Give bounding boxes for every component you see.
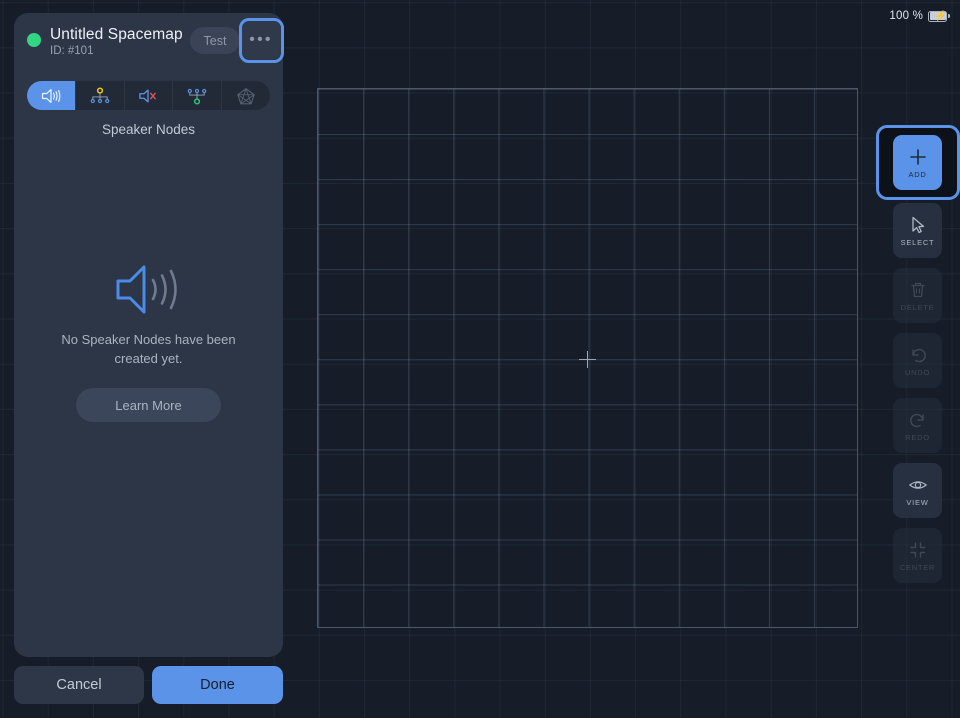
tool-view[interactable]: VIEW xyxy=(893,463,942,518)
battery-charging-icon: ⚡ xyxy=(928,10,950,22)
page-title: Untitled Spacemap xyxy=(50,26,183,43)
tool-delete-label: DELETE xyxy=(900,302,935,312)
node-tree-up-icon xyxy=(90,86,110,103)
empty-state-message: No Speaker Nodes have been created yet. xyxy=(61,332,236,366)
tool-center-label: CENTER xyxy=(899,562,936,572)
segment-speaker-nodes[interactable] xyxy=(27,81,76,110)
redo-arrow-icon xyxy=(909,413,924,427)
cancel-button[interactable]: Cancel xyxy=(14,666,144,704)
pentagon-mesh-icon xyxy=(237,87,255,104)
battery-percent-label: 100 % xyxy=(889,10,923,22)
tool-center: CENTER xyxy=(893,528,942,583)
tool-redo: REDO xyxy=(893,398,942,453)
online-status-dot xyxy=(27,33,41,47)
tool-redo-label: REDO xyxy=(905,432,930,442)
spacemap-id-label: ID: #101 xyxy=(50,45,94,57)
tool-undo-label: UNDO xyxy=(904,367,931,377)
cursor-arrow-icon xyxy=(911,216,924,233)
segment-target-nodes[interactable] xyxy=(173,81,223,110)
status-bar: 100 % ⚡ xyxy=(889,10,950,22)
tool-add[interactable]: ADD xyxy=(893,135,942,190)
done-button[interactable]: Done xyxy=(152,666,283,704)
segment-polygon-nodes[interactable] xyxy=(222,81,270,110)
learn-more-button[interactable]: Learn More xyxy=(76,388,221,422)
segment-selected-label: Speaker Nodes xyxy=(101,122,196,137)
tool-undo: UNDO xyxy=(893,333,942,388)
node-type-segmented-control[interactable] xyxy=(27,81,270,110)
tool-select[interactable]: SELECT xyxy=(893,203,942,258)
node-tree-down-icon xyxy=(187,88,207,105)
segment-source-nodes[interactable] xyxy=(76,81,125,110)
trash-icon xyxy=(911,282,924,297)
plus-icon xyxy=(909,148,926,165)
tool-add-label: ADD xyxy=(908,169,927,179)
tool-select-label: SELECT xyxy=(900,237,935,247)
tool-delete: DELETE xyxy=(893,268,942,323)
more-options-button[interactable]: ••• xyxy=(242,21,280,59)
eye-icon xyxy=(908,480,927,489)
speaker-wave-large-icon xyxy=(116,265,177,314)
origin-crosshair xyxy=(579,351,596,368)
undo-arrow-icon xyxy=(911,348,926,362)
app-root: 100 % ⚡ Untitled Spacemap ID: #101 Test … xyxy=(0,0,960,718)
speaker-wave-icon xyxy=(41,88,61,103)
tool-view-label: VIEW xyxy=(906,497,929,507)
center-crop-icon xyxy=(909,541,925,558)
test-button[interactable]: Test xyxy=(190,27,240,54)
segment-speaker-mute[interactable] xyxy=(125,81,174,110)
speaker-mute-icon xyxy=(139,88,157,103)
